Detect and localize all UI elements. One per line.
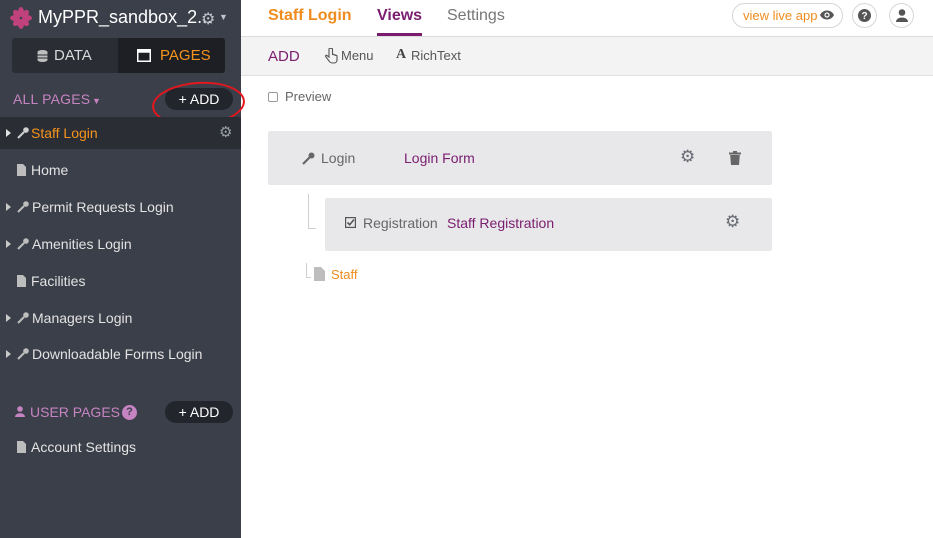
preview-checkbox[interactable] bbox=[268, 92, 278, 102]
sidebar-item-label: Permit Requests Login bbox=[32, 199, 174, 215]
child-page-label: Staff bbox=[331, 267, 358, 282]
view-name[interactable]: Staff Registration bbox=[447, 215, 554, 231]
mode-tabs: DATA PAGES bbox=[12, 38, 225, 73]
view-settings-gear-icon[interactable]: ⚙ bbox=[680, 147, 695, 167]
view-live-app-button[interactable]: view live app bbox=[732, 3, 843, 28]
sidebar-item-label: Account Settings bbox=[31, 439, 137, 455]
key-icon bbox=[17, 312, 29, 324]
tab-data[interactable]: DATA bbox=[12, 38, 118, 73]
active-tab-indicator bbox=[377, 33, 422, 36]
svg-text:?: ? bbox=[861, 11, 867, 22]
add-view-button[interactable]: ADD bbox=[268, 48, 300, 65]
tree-connector bbox=[306, 277, 311, 278]
document-icon bbox=[17, 275, 26, 287]
page-settings-gear-icon[interactable]: ⚙ bbox=[219, 117, 232, 149]
tree-connector bbox=[306, 263, 307, 277]
add-richtext-button[interactable]: RichText bbox=[411, 48, 461, 63]
user-icon bbox=[15, 406, 25, 417]
chevron-down-icon[interactable]: ▼ bbox=[219, 12, 228, 22]
checkbox-icon bbox=[345, 217, 356, 228]
sidebar-item-label: Downloadable Forms Login bbox=[32, 346, 203, 362]
view-toolbar: ADD Menu A RichText bbox=[241, 37, 933, 76]
sidebar-item-label: Staff Login bbox=[31, 125, 98, 141]
pointer-hand-icon bbox=[324, 48, 338, 64]
app-header[interactable]: MyPPR_sandbox_2... ⚙ ▼ bbox=[0, 0, 241, 38]
sidebar-item-label: Amenities Login bbox=[32, 236, 132, 252]
account-button[interactable] bbox=[889, 3, 914, 28]
tree-connector bbox=[308, 228, 316, 229]
sidebar-item-staff-login[interactable]: Staff Login ⚙ bbox=[0, 117, 241, 149]
document-icon bbox=[314, 267, 325, 281]
trash-icon[interactable] bbox=[729, 151, 741, 165]
document-icon bbox=[17, 441, 26, 453]
add-user-page-button[interactable]: + ADD bbox=[165, 401, 233, 423]
sidebar-item-facilities[interactable]: Facilities bbox=[0, 265, 241, 297]
view-staff-registration[interactable]: Registration Staff Registration ⚙ bbox=[325, 198, 772, 251]
view-type-label: Login bbox=[321, 150, 356, 166]
window-icon bbox=[137, 49, 151, 62]
view-settings-gear-icon[interactable]: ⚙ bbox=[725, 212, 740, 232]
key-icon bbox=[302, 152, 315, 165]
sidebar-item-home[interactable]: Home bbox=[0, 154, 241, 186]
expand-triangle-icon[interactable] bbox=[6, 314, 11, 322]
sidebar-item-label: Facilities bbox=[31, 273, 86, 289]
sidebar-item-permit-requests-login[interactable]: Permit Requests Login bbox=[0, 191, 241, 223]
sidebar-item-managers-login[interactable]: Managers Login bbox=[0, 302, 241, 334]
view-login-form[interactable]: Login Login Form ⚙ bbox=[268, 131, 772, 185]
user-icon bbox=[896, 9, 908, 22]
tab-pages[interactable]: PAGES bbox=[118, 38, 225, 73]
expand-triangle-icon[interactable] bbox=[6, 350, 11, 358]
document-icon bbox=[17, 164, 26, 176]
add-menu-button[interactable]: Menu bbox=[341, 48, 374, 63]
chevron-down-icon[interactable]: ▼ bbox=[92, 96, 101, 106]
user-pages-heading: USER PAGES bbox=[30, 404, 120, 420]
expand-triangle-icon[interactable] bbox=[6, 240, 11, 248]
preview-label: Preview bbox=[285, 89, 332, 104]
help-button[interactable]: ? bbox=[852, 3, 877, 28]
sidebar: MyPPR_sandbox_2... ⚙ ▼ DATA PAGES ALL PA… bbox=[0, 0, 247, 538]
app-logo-icon bbox=[10, 7, 32, 29]
sidebar-item-amenities-login[interactable]: Amenities Login bbox=[0, 228, 241, 260]
current-page-title: Staff Login bbox=[268, 7, 352, 24]
key-icon bbox=[17, 127, 29, 139]
view-type-label: Registration bbox=[363, 215, 438, 231]
expand-triangle-icon[interactable] bbox=[6, 203, 11, 211]
sidebar-item-label: Home bbox=[31, 162, 69, 178]
tree-connector bbox=[308, 194, 309, 228]
tab-settings[interactable]: Settings bbox=[447, 7, 505, 25]
eye-icon bbox=[820, 10, 834, 20]
app-root: MyPPR_sandbox_2... ⚙ ▼ DATA PAGES ALL PA… bbox=[0, 0, 933, 538]
all-pages-heading[interactable]: ALL PAGES bbox=[13, 91, 90, 107]
key-icon bbox=[17, 238, 29, 250]
top-nav: Staff Login Views Settings view live app… bbox=[241, 0, 933, 37]
app-settings-gear-icon[interactable]: ⚙ bbox=[201, 9, 215, 29]
sidebar-item-account-settings[interactable]: Account Settings bbox=[0, 431, 241, 463]
app-title: MyPPR_sandbox_2... bbox=[38, 7, 213, 27]
tab-pages-label: PAGES bbox=[160, 47, 211, 64]
view-name[interactable]: Login Form bbox=[404, 150, 475, 166]
sidebar-item-label: Managers Login bbox=[32, 310, 133, 326]
help-icon[interactable]: ? bbox=[122, 405, 137, 420]
key-icon bbox=[17, 348, 29, 360]
key-icon bbox=[17, 201, 29, 213]
expand-triangle-icon[interactable] bbox=[6, 129, 11, 137]
help-icon: ? bbox=[858, 9, 871, 22]
tab-data-label: DATA bbox=[54, 47, 92, 64]
richtext-icon: A bbox=[396, 47, 407, 62]
database-icon bbox=[37, 50, 48, 62]
sidebar-item-downloadable-forms-login[interactable]: Downloadable Forms Login bbox=[0, 338, 241, 370]
tab-views[interactable]: Views bbox=[377, 7, 422, 25]
view-live-app-label: view live app bbox=[743, 8, 818, 23]
